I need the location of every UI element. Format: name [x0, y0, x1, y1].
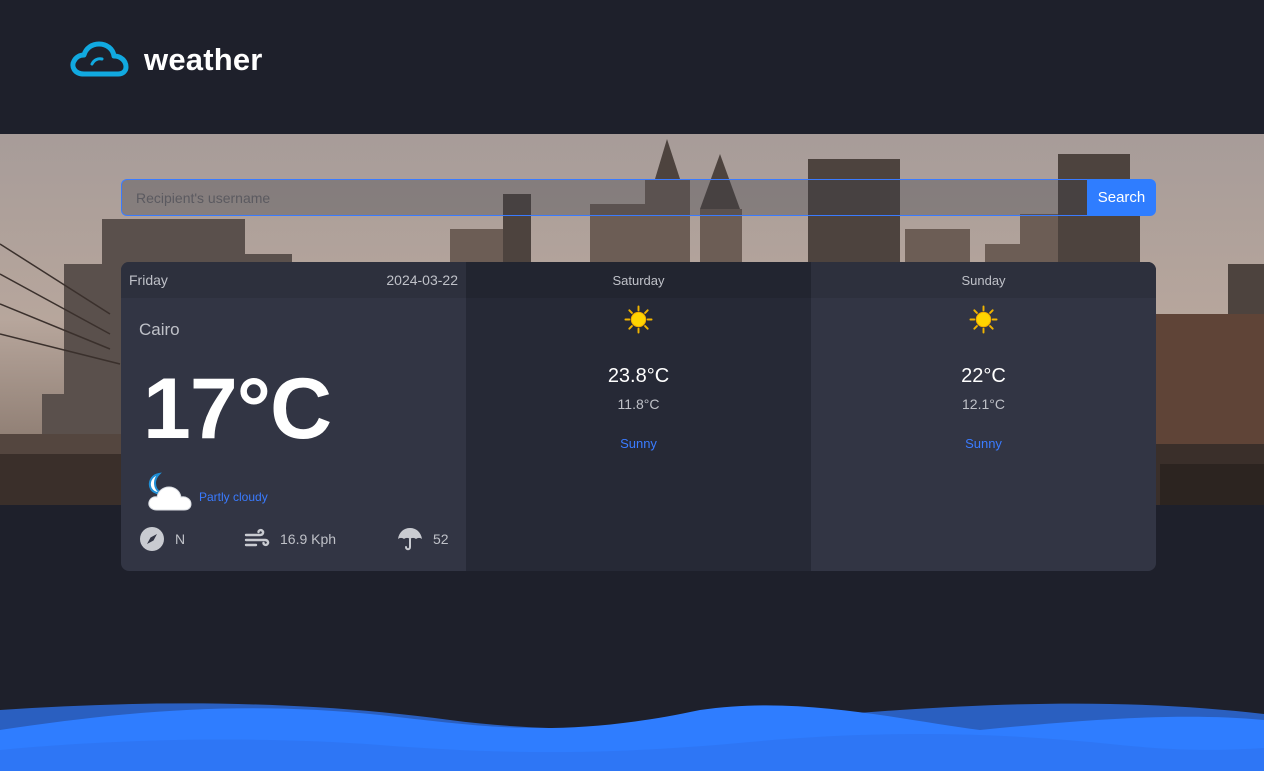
footer-waves	[0, 703, 1264, 771]
humidity-value: 52	[433, 531, 449, 547]
today-header: Friday 2024-03-22	[121, 262, 466, 298]
wind-speed-value: 16.9 Kph	[280, 531, 337, 547]
today-date: 2024-03-22	[386, 272, 458, 288]
wind-direction-value: N	[175, 531, 186, 547]
forecast-day-header: Sunday	[811, 262, 1156, 298]
current-temperature: 17°C	[143, 361, 332, 457]
umbrella-icon	[398, 528, 422, 551]
search-input[interactable]	[121, 179, 1087, 216]
forecast-day-name: Sunday	[961, 272, 1006, 288]
wind-speed-stat: 16.9 Kph	[244, 526, 336, 552]
humidity-stat: 52	[397, 526, 449, 552]
compass-icon	[140, 527, 164, 551]
brand-name: weather	[144, 42, 263, 77]
sun-icon	[624, 305, 653, 334]
forecast-day-name: Saturday	[612, 272, 665, 288]
cloud-logo-icon	[70, 41, 129, 77]
wind-direction-stat: N	[139, 526, 185, 552]
today-forecast: Friday 2024-03-22 Cairo 17°C Partly clou…	[121, 262, 466, 571]
min-temperature: 12.1°C	[962, 396, 1005, 412]
forecast-day-saturday: Saturday 23.8°C 11.8°C Sunny	[466, 262, 811, 571]
max-temperature: 22°C	[961, 365, 1006, 387]
min-temperature: 11.8°C	[617, 396, 660, 412]
search-button[interactable]: Search	[1087, 179, 1156, 216]
today-stats: N 16.9 Kph 52	[139, 526, 451, 554]
brand-logo[interactable]: weather	[68, 40, 263, 80]
partly-cloudy-night-icon	[148, 472, 192, 511]
search-bar: Search	[121, 179, 1156, 216]
today-day: Friday	[129, 272, 168, 288]
wind-icon	[244, 528, 270, 547]
forecast-card: Friday 2024-03-22 Cairo 17°C Partly clou…	[121, 262, 1156, 571]
max-temperature: 23.8°C	[607, 365, 670, 387]
sun-icon	[969, 305, 998, 334]
site-header: weather	[0, 0, 1264, 134]
forecast-day-header: Saturday	[466, 262, 811, 298]
forecast-condition: Sunny	[965, 436, 1002, 451]
today-condition: Partly cloudy	[199, 490, 268, 504]
forecast-condition: Sunny	[620, 436, 657, 451]
forecast-day-sunday: Sunday 22°C 12.1°C Sunny	[811, 262, 1156, 571]
city-name: Cairo	[139, 320, 180, 339]
